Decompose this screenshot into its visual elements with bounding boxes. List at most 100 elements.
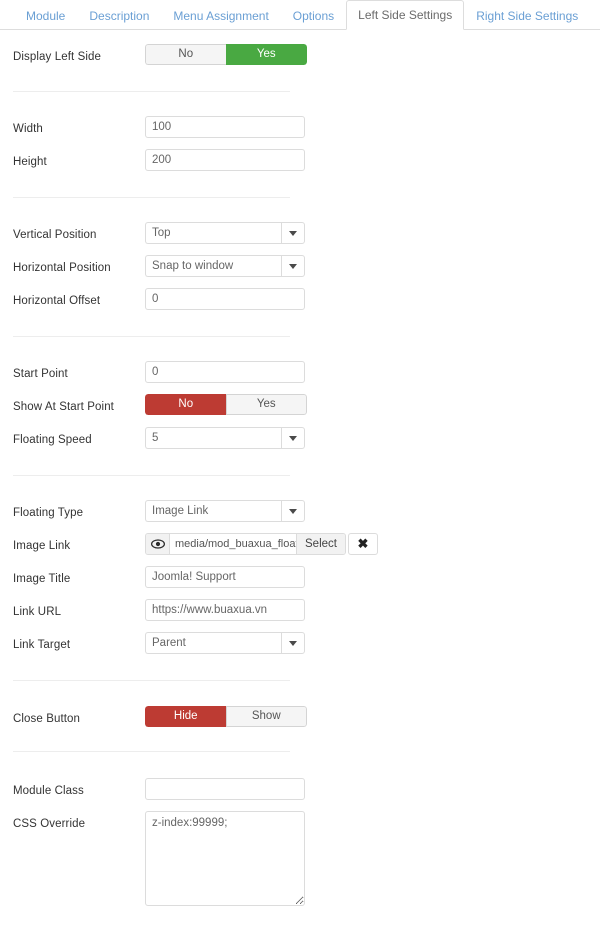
label-display-left-side: Display Left Side (13, 51, 101, 63)
chevron-down-icon (289, 508, 297, 514)
row-width: Width (0, 116, 600, 138)
row-display-left-side: Display Left Side No Yes (0, 44, 600, 65)
row-image-title: Image Title (0, 566, 600, 588)
row-horizontal-position: Horizontal Position Snap to window (0, 255, 600, 277)
horizontal-position-value: Snap to window (145, 255, 281, 277)
control-module-class (145, 778, 600, 800)
control-display-left-side: No Yes (145, 44, 600, 65)
toggle-display-left-side-yes[interactable]: Yes (225, 44, 307, 65)
horizontal-position-select[interactable]: Snap to window (145, 255, 305, 277)
row-link-url: Link URL (0, 599, 600, 621)
tab-right-side-settings[interactable]: Right Side Settings (464, 1, 590, 30)
horizontal-position-arrow[interactable] (281, 255, 305, 277)
label-link-url: Link URL (13, 606, 62, 618)
width-input[interactable] (145, 116, 305, 138)
row-floating-type: Floating Type Image Link (0, 500, 600, 522)
control-width (145, 116, 600, 138)
floating-type-arrow[interactable] (281, 500, 305, 522)
label-vertical-position: Vertical Position (13, 229, 97, 241)
row-height: Height (0, 149, 600, 171)
label-show-at-start-point: Show At Start Point (13, 401, 114, 413)
toggle-show-at-start-point[interactable]: No Yes (145, 394, 307, 415)
floating-type-select[interactable]: Image Link (145, 500, 305, 522)
row-link-target: Link Target Parent (0, 632, 600, 654)
image-link-select-button[interactable]: Select (296, 534, 345, 554)
label-image-link: Image Link (13, 540, 71, 552)
control-link-target: Parent (145, 632, 600, 654)
image-link-clear-button[interactable]: ✖ (347, 533, 378, 555)
row-start-point: Start Point (0, 361, 600, 383)
row-css-override: CSS Override (0, 811, 600, 909)
tab-left-side-settings[interactable]: Left Side Settings (346, 0, 465, 30)
control-vertical-position: Top (145, 222, 600, 244)
label-image-title: Image Title (13, 573, 71, 585)
label-horizontal-position: Horizontal Position (13, 262, 111, 274)
control-floating-type: Image Link (145, 500, 600, 522)
label-width: Width (13, 123, 43, 135)
toggle-close-button[interactable]: Hide Show (145, 706, 307, 727)
tab-advanced[interactable]: Advanced (590, 1, 600, 30)
row-vertical-position: Vertical Position Top (0, 222, 600, 244)
control-image-link: media/mod_buaxua_floating Select ✖ (145, 533, 600, 555)
link-target-arrow[interactable] (281, 632, 305, 654)
tab-module[interactable]: Module (14, 1, 77, 30)
label-floating-type: Floating Type (13, 507, 84, 519)
control-link-url (145, 599, 600, 621)
toggle-show-at-start-point-no[interactable]: No (145, 394, 226, 415)
floating-speed-arrow[interactable] (281, 427, 305, 449)
row-close-button: Close Button Hide Show (0, 706, 600, 727)
label-link-target: Link Target (13, 639, 71, 651)
control-horizontal-position: Snap to window (145, 255, 600, 277)
toggle-display-left-side-no[interactable]: No (145, 44, 226, 65)
vertical-position-select[interactable]: Top (145, 222, 305, 244)
eye-icon[interactable] (146, 534, 170, 554)
toggle-show-at-start-point-yes[interactable]: Yes (225, 394, 307, 415)
image-link-input-group: media/mod_buaxua_floating Select (145, 533, 346, 555)
chevron-down-icon (289, 263, 297, 269)
label-floating-speed: Floating Speed (13, 434, 92, 446)
height-input[interactable] (145, 149, 305, 171)
control-horizontal-offset (145, 288, 600, 310)
link-target-value: Parent (145, 632, 281, 654)
control-height (145, 149, 600, 171)
floating-speed-select[interactable]: 5 (145, 427, 305, 449)
row-image-link: Image Link media/mod_buaxua_floating Sel… (0, 533, 600, 555)
control-css-override (145, 811, 600, 909)
toggle-close-button-show[interactable]: Show (225, 706, 307, 727)
control-start-point (145, 361, 600, 383)
toggle-display-left-side[interactable]: No Yes (145, 44, 307, 65)
link-url-input[interactable] (145, 599, 305, 621)
image-link-field-group: media/mod_buaxua_floating Select ✖ (145, 533, 600, 555)
link-target-select[interactable]: Parent (145, 632, 305, 654)
settings-tab-bar: Module Description Menu Assignment Optio… (0, 0, 600, 30)
image-title-input[interactable] (145, 566, 305, 588)
floating-type-value: Image Link (145, 500, 281, 522)
image-link-path[interactable]: media/mod_buaxua_floating (170, 534, 296, 554)
module-class-input[interactable] (145, 778, 305, 800)
vertical-position-arrow[interactable] (281, 222, 305, 244)
label-module-class: Module Class (13, 785, 84, 797)
toggle-close-button-hide[interactable]: Hide (145, 706, 226, 727)
tab-description[interactable]: Description (77, 1, 161, 30)
label-horizontal-offset: Horizontal Offset (13, 295, 101, 307)
label-start-point: Start Point (13, 368, 68, 380)
horizontal-offset-input[interactable] (145, 288, 305, 310)
left-side-settings-form: Display Left Side No Yes Width Height Ve… (0, 30, 600, 909)
start-point-input[interactable] (145, 361, 305, 383)
control-image-title (145, 566, 600, 588)
row-floating-speed: Floating Speed 5 (0, 427, 600, 449)
control-close-button: Hide Show (145, 706, 600, 727)
css-override-textarea[interactable] (145, 811, 305, 906)
label-css-override: CSS Override (13, 818, 86, 830)
row-horizontal-offset: Horizontal Offset (0, 288, 600, 310)
tab-menu-assignment[interactable]: Menu Assignment (161, 1, 280, 30)
chevron-down-icon (289, 640, 297, 646)
tab-options[interactable]: Options (281, 1, 346, 30)
label-height: Height (13, 156, 47, 168)
row-show-at-start-point: Show At Start Point No Yes (0, 394, 600, 415)
vertical-position-value: Top (145, 222, 281, 244)
floating-speed-value: 5 (145, 427, 281, 449)
control-show-at-start-point: No Yes (145, 394, 600, 415)
eye-icon-glyph (150, 539, 165, 549)
control-floating-speed: 5 (145, 427, 600, 449)
